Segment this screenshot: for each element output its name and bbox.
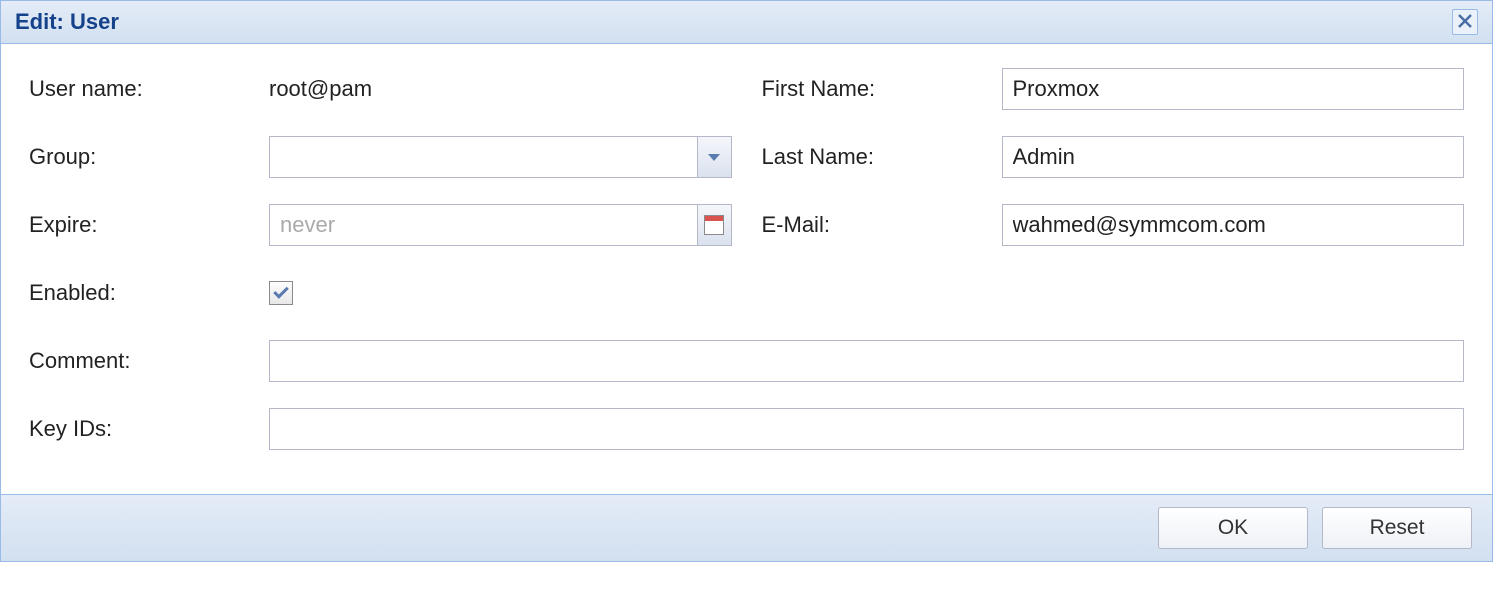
firstname-input[interactable] — [1002, 68, 1465, 110]
lastname-input[interactable] — [1002, 136, 1465, 178]
username-value: root@pam — [269, 76, 372, 102]
titlebar: Edit: User — [1, 1, 1492, 44]
firstname-label: First Name: — [762, 76, 1002, 102]
enabled-label: Enabled: — [29, 280, 269, 306]
right-column: First Name: Last Name: E-Mail: — [762, 68, 1465, 340]
group-label: Group: — [29, 144, 269, 170]
calendar-icon — [704, 215, 724, 235]
dialog-body: User name: root@pam Group: Expire: — [1, 44, 1492, 494]
edit-user-dialog: Edit: User User name: root@pam Group: — [0, 0, 1493, 562]
close-button[interactable] — [1452, 9, 1478, 35]
reset-button[interactable]: Reset — [1322, 507, 1472, 549]
dialog-title: Edit: User — [15, 9, 119, 35]
lastname-label: Last Name: — [762, 144, 1002, 170]
expire-input[interactable] — [270, 205, 697, 245]
keyids-input[interactable] — [269, 408, 1464, 450]
close-icon — [1458, 11, 1472, 34]
chevron-down-icon — [708, 154, 720, 161]
expire-date-trigger[interactable] — [697, 205, 730, 245]
group-dropdown-trigger[interactable] — [697, 137, 730, 177]
expire-label: Expire: — [29, 212, 269, 238]
ok-button[interactable]: OK — [1158, 507, 1308, 549]
expire-datefield[interactable] — [269, 204, 732, 246]
enabled-checkbox[interactable] — [269, 281, 293, 305]
button-bar: OK Reset — [1, 494, 1492, 561]
username-label: User name: — [29, 76, 269, 102]
comment-input[interactable] — [269, 340, 1464, 382]
group-combobox[interactable] — [269, 136, 732, 178]
keyids-label: Key IDs: — [29, 416, 269, 442]
left-column: User name: root@pam Group: Expire: — [29, 68, 732, 340]
email-label: E-Mail: — [762, 212, 1002, 238]
group-input[interactable] — [270, 137, 697, 177]
email-input[interactable] — [1002, 204, 1465, 246]
comment-label: Comment: — [29, 348, 269, 374]
checkmark-icon — [273, 283, 289, 299]
